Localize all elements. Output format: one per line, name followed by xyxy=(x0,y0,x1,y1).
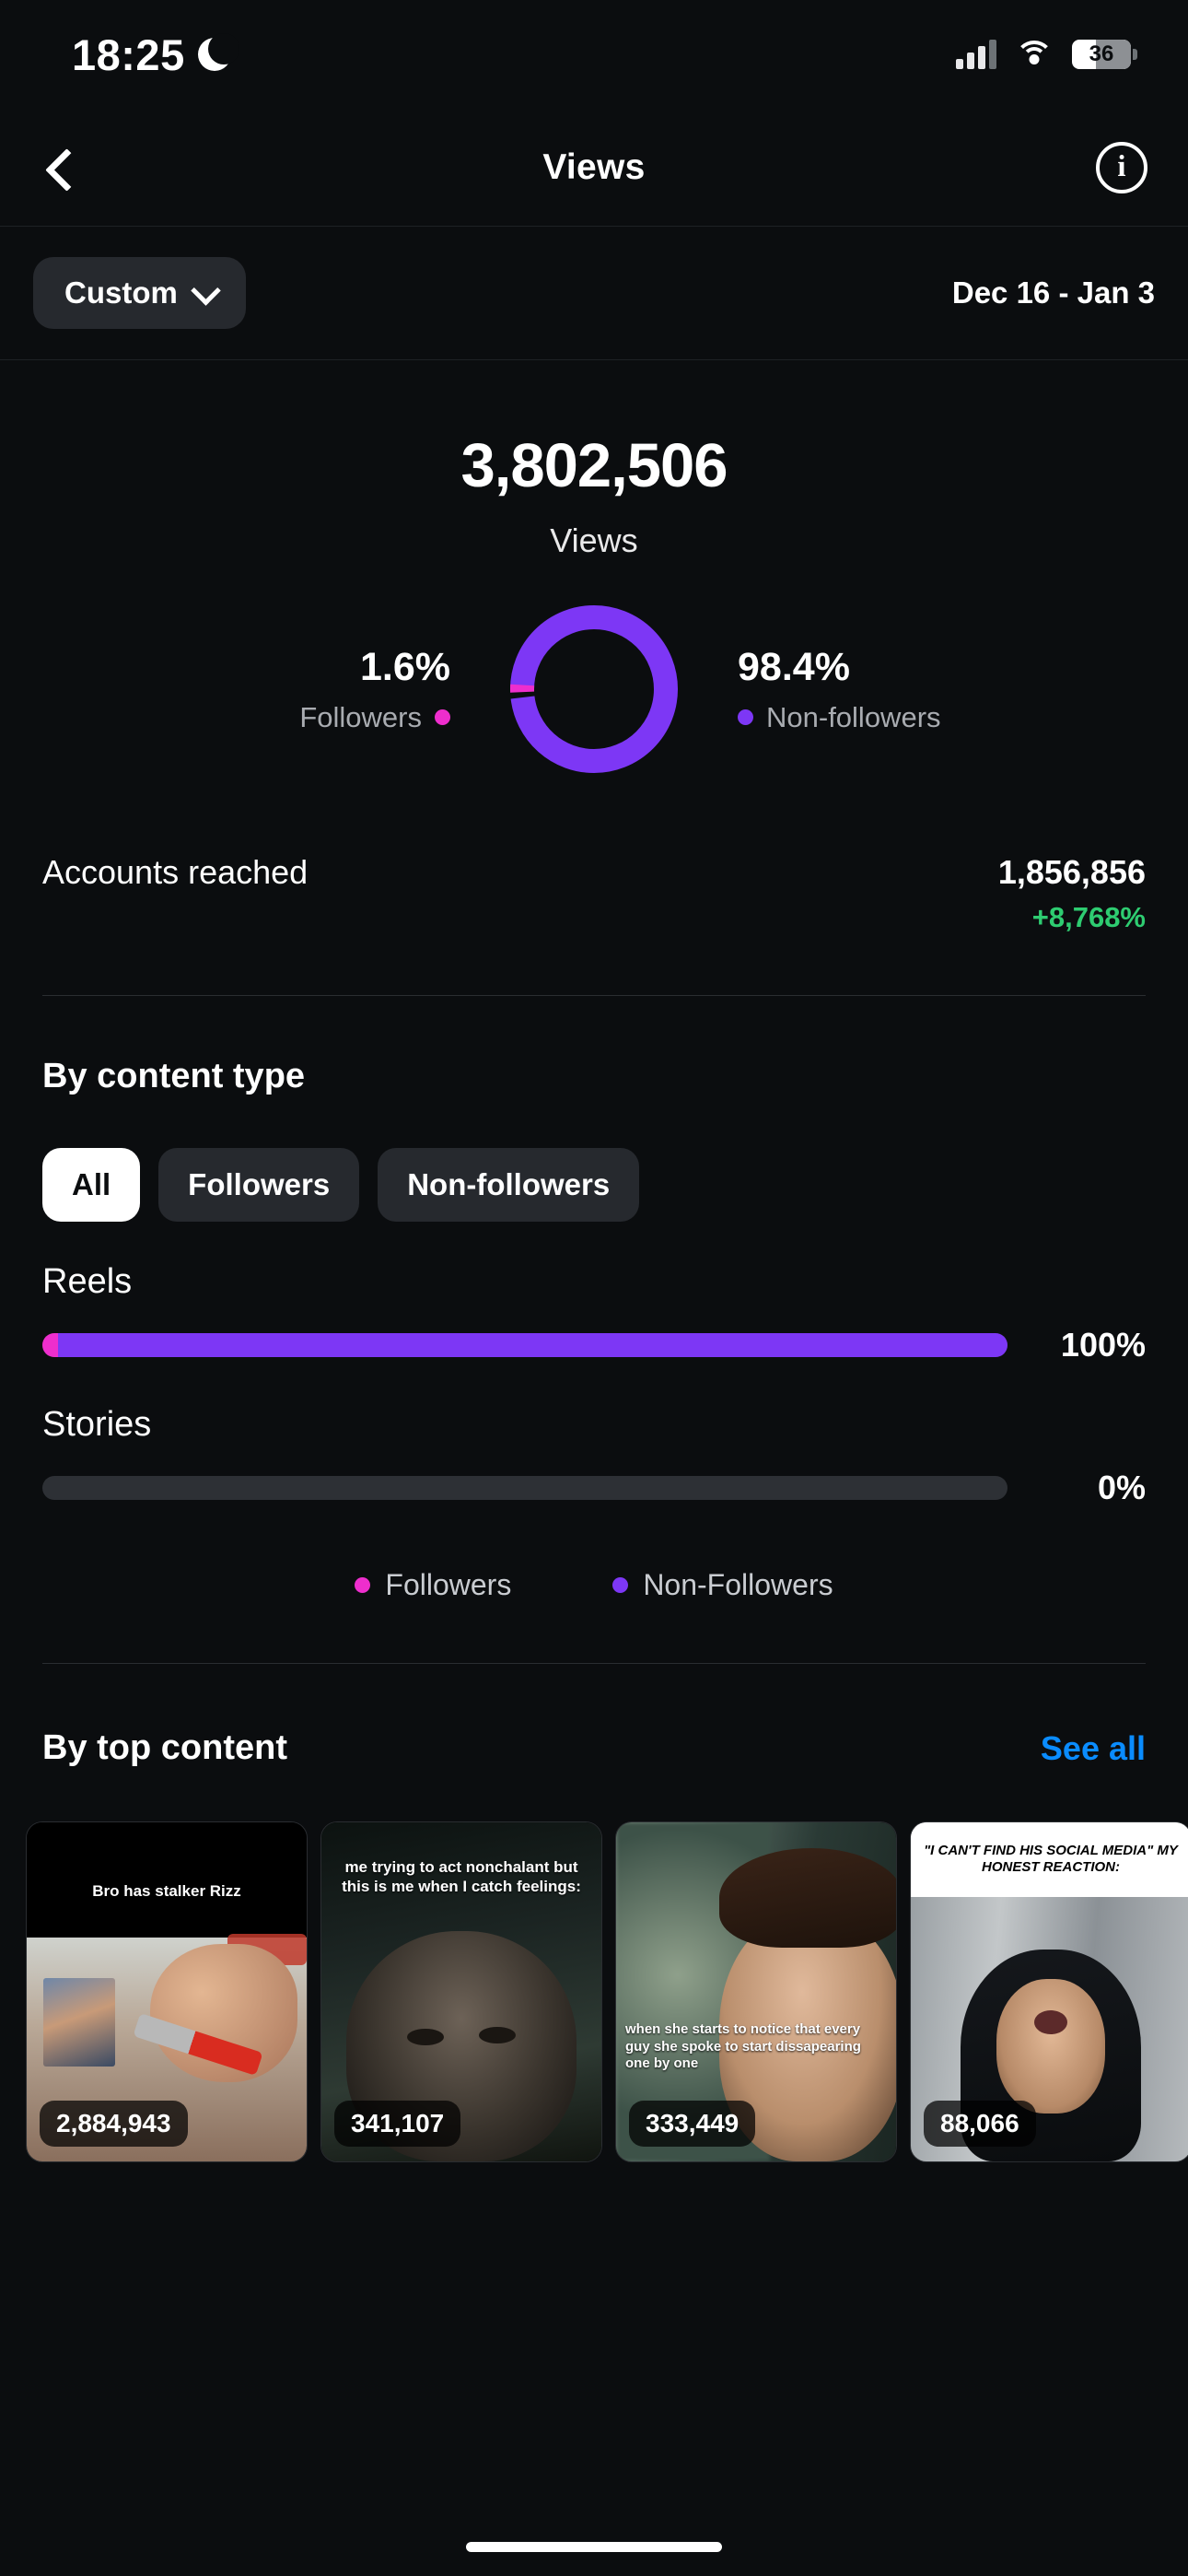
donut-chart-svg xyxy=(510,605,678,773)
non-followers-stat: 98.4% Non-followers xyxy=(686,645,1045,734)
tab-all[interactable]: All xyxy=(42,1148,141,1222)
top-content-carousel[interactable]: Bro has stalker Rizz 2,884,943 me trying… xyxy=(0,1821,1188,2162)
by-content-type-section: By content type All Followers Non-follow… xyxy=(0,1057,1188,1602)
status-time: 18:25 xyxy=(72,29,185,79)
legend-non-followers: Non-Followers xyxy=(612,1568,833,1602)
home-indicator xyxy=(466,2542,722,2552)
card-view-count: 88,066 xyxy=(924,2101,1036,2147)
stories-percent: 0% xyxy=(1097,1469,1146,1506)
battery-level: 36 xyxy=(1089,41,1114,66)
reels-label: Reels xyxy=(42,1262,133,1301)
moon-icon xyxy=(197,33,239,71)
accounts-reached-values: 1,856,856 +8,768% xyxy=(998,853,1146,934)
stories-bar-track xyxy=(42,1476,1007,1500)
reels-bar-track xyxy=(42,1333,1007,1357)
card-caption-top: "I CAN'T FIND HIS SOCIAL MEDIA" MY HONES… xyxy=(924,1843,1178,1876)
nav-bar: Views i xyxy=(0,109,1188,227)
accounts-reached-row[interactable]: Accounts reached 1,856,856 +8,768% xyxy=(0,853,1188,934)
card-view-count: 333,449 xyxy=(629,2101,756,2147)
reels-bar-followers-segment xyxy=(42,1333,58,1357)
date-preset-dropdown[interactable]: Custom xyxy=(33,257,246,329)
insights-views-screen: 18:25 36 Views i Custom Dec 16 - Jan 3 3… xyxy=(0,0,1188,2576)
followers-legend-dot xyxy=(355,1577,371,1593)
card-caption: Bro has stalker Rizz xyxy=(92,1882,241,1900)
card-view-count: 2,884,943 xyxy=(40,2101,188,2147)
tab-non-followers[interactable]: Non-followers xyxy=(378,1148,640,1222)
cellular-signal-icon xyxy=(956,40,996,69)
date-range-label: Dec 16 - Jan 3 xyxy=(951,275,1155,310)
bar-chart-legend: Followers Non-Followers xyxy=(0,1568,1188,1602)
section-divider-2 xyxy=(42,1663,1146,1664)
page-title: Views xyxy=(542,146,646,187)
card-caption: me trying to act nonchalant but this is … xyxy=(342,1858,581,1896)
top-content-card[interactable]: "I CAN'T FIND HIS SOCIAL MEDIA" MY HONES… xyxy=(910,1821,1188,2162)
legend-followers: Followers xyxy=(355,1568,511,1602)
stories-bar-block: Stories 0% xyxy=(0,1405,1188,1507)
donut-chart xyxy=(502,597,686,781)
followers-color-dot xyxy=(435,709,450,725)
views-total-label: Views xyxy=(550,521,638,559)
followers-stat-label: Followers xyxy=(143,701,450,734)
non-followers-percent: 98.4% xyxy=(738,644,850,689)
chevron-down-icon xyxy=(194,283,215,303)
non-followers-legend-text: Non-followers xyxy=(766,700,941,733)
by-top-content-header: By top content See all xyxy=(0,1728,1188,1768)
date-preset-label: Custom xyxy=(64,275,178,310)
stories-label: Stories xyxy=(42,1405,152,1444)
audience-filter-tabs: All Followers Non-followers xyxy=(0,1148,1188,1222)
non-followers-color-dot xyxy=(738,709,753,725)
followers-stat: 1.6% Followers xyxy=(143,645,502,734)
non-followers-legend-dot xyxy=(612,1577,629,1593)
by-content-type-title: By content type xyxy=(42,1057,306,1095)
followers-legend-label: Followers xyxy=(385,1568,512,1601)
status-bar: 18:25 36 xyxy=(0,0,1188,109)
donut-segment-non-followers xyxy=(510,605,678,773)
audience-breakdown-chart: 1.6% Followers 98.4% Non-followers xyxy=(0,597,1188,781)
card-view-count: 341,107 xyxy=(334,2101,461,2147)
top-content-card[interactable]: me trying to act nonchalant but this is … xyxy=(320,1821,602,2162)
accounts-reached-delta: +8,768% xyxy=(1031,901,1146,933)
wifi-icon xyxy=(1015,41,1054,68)
reels-bar-line: 100% xyxy=(42,1326,1146,1364)
top-content-card[interactable]: Bro has stalker Rizz 2,884,943 xyxy=(26,1821,308,2162)
tab-followers[interactable]: Followers xyxy=(158,1148,360,1222)
views-total: 3,802,506 xyxy=(460,431,728,500)
accounts-reached-value: 1,856,856 xyxy=(997,853,1146,891)
by-top-content-title: By top content xyxy=(42,1728,287,1767)
battery-icon: 36 xyxy=(1072,40,1137,69)
status-bar-left: 18:25 xyxy=(72,29,239,80)
section-divider-1 xyxy=(42,995,1146,996)
non-followers-stat-label: Non-followers xyxy=(738,701,1045,734)
followers-legend-text: Followers xyxy=(299,700,422,733)
see-all-link[interactable]: See all xyxy=(1041,1729,1146,1768)
non-followers-legend-label: Non-Followers xyxy=(643,1568,833,1601)
date-filter-bar: Custom Dec 16 - Jan 3 xyxy=(0,227,1188,360)
card-caption: when she starts to notice that every guy… xyxy=(625,2020,861,2072)
followers-percent: 1.6% xyxy=(359,644,450,689)
views-summary: 3,802,506 Views xyxy=(0,360,1188,560)
stories-bar-line: 0% xyxy=(42,1469,1146,1507)
reels-bar-block: Reels 100% xyxy=(0,1262,1188,1364)
accounts-reached-label: Accounts reached xyxy=(42,853,309,891)
reels-percent: 100% xyxy=(1060,1326,1146,1364)
reels-bar-non-followers-segment xyxy=(57,1333,1007,1357)
status-bar-right: 36 xyxy=(956,40,1137,69)
top-content-card[interactable]: when she starts to notice that every guy… xyxy=(615,1821,897,2162)
